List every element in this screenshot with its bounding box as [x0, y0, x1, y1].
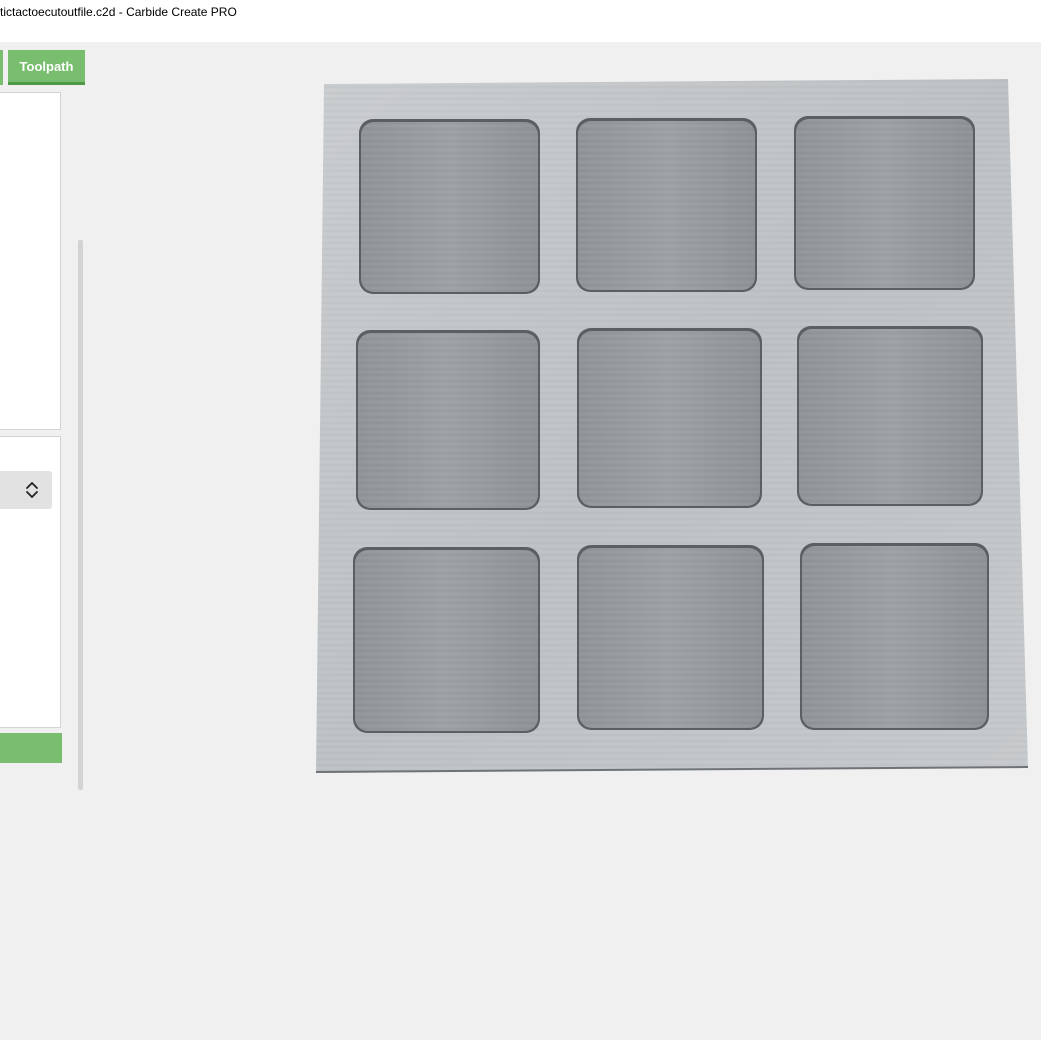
- pocket-texture: [796, 119, 973, 288]
- pocket-texture: [799, 329, 981, 504]
- pocket-texture: [358, 333, 538, 508]
- tab-toolpath-label: Toolpath: [19, 58, 74, 74]
- tab-design-stub[interactable]: [0, 50, 3, 85]
- pocket-texture: [361, 122, 538, 292]
- pocket-texture: [802, 546, 987, 728]
- toolpath-list-panel[interactable]: [0, 92, 61, 430]
- 3d-preview-viewport[interactable]: [300, 70, 1040, 790]
- pocket-grid: [353, 116, 989, 733]
- simulation-preview: [315, 79, 1029, 773]
- pocket-texture: [579, 548, 762, 728]
- window-title: tictactoecutoutfile.c2d - Carbide Create…: [0, 5, 237, 19]
- pocket-texture: [579, 331, 760, 506]
- tab-toolpath[interactable]: Toolpath: [8, 50, 85, 85]
- pocket-texture: [355, 550, 538, 731]
- title-bar: tictactoecutoutfile.c2d - Carbide Create…: [0, 0, 1041, 42]
- updown-chevron-icon: [26, 482, 38, 498]
- action-button[interactable]: [0, 733, 62, 763]
- toolpath-select[interactable]: [0, 471, 52, 509]
- pocket-texture: [578, 121, 755, 290]
- panel-scrollbar[interactable]: [78, 240, 83, 790]
